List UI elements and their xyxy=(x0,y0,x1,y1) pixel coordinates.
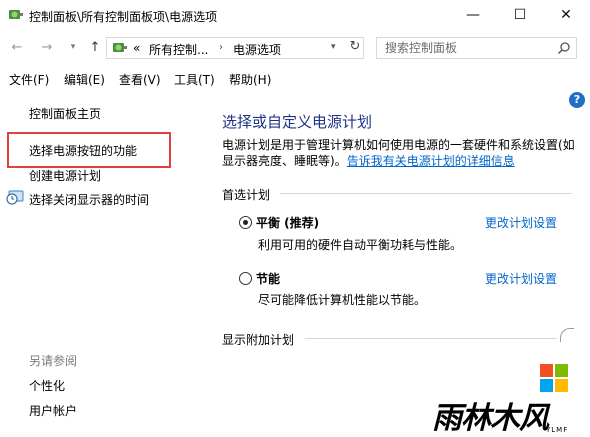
menu-edit[interactable]: 编辑(E) xyxy=(64,71,105,88)
create-power-plan-link[interactable]: 创建电源计划 xyxy=(29,167,101,184)
address-bar[interactable]: « 所有控制... › 电源选项 ▾ ↻ xyxy=(106,37,364,59)
see-also-heading: 另请参阅 xyxy=(29,354,78,368)
control-panel-home-link[interactable]: 控制面板主页 xyxy=(29,105,101,122)
change-plan-settings-link-balanced[interactable]: 更改计划设置 xyxy=(485,214,557,231)
help-icon[interactable]: ? xyxy=(569,92,585,108)
personalization-link[interactable]: 个性化 xyxy=(29,377,65,394)
display-off-time-link[interactable]: 选择关闭显示器的时间 xyxy=(29,191,149,208)
search-input[interactable] xyxy=(385,40,555,56)
radio-selected-dot xyxy=(243,220,248,225)
address-overflow[interactable]: « xyxy=(133,41,140,55)
menu-view[interactable]: 查看(V) xyxy=(119,71,161,88)
expand-icon[interactable] xyxy=(560,328,574,342)
user-accounts-link[interactable]: 用户帐户 xyxy=(29,402,77,419)
menu-bar: 文件(F) 编辑(E) 查看(V) 工具(T) 帮助(H) xyxy=(0,67,590,89)
navigation-bar: ← → ▾ ↑ « 所有控制... › 电源选项 ▾ ↻ xyxy=(0,31,590,63)
plan-desc-power-saver: 尽可能降低计算机性能以节能。 xyxy=(258,293,427,307)
left-task-pane: 控制面板主页 选择电源按钮的功能 创建电源计划 选择关闭显示器的时间 另请参阅 … xyxy=(0,90,200,437)
minimize-button[interactable]: — xyxy=(450,0,496,30)
plan-desc-balanced: 利用可用的硬件自动平衡功耗与性能。 xyxy=(258,238,463,252)
chevron-right-icon[interactable]: › xyxy=(219,42,223,53)
page-title: 选择或自定义电源计划 xyxy=(222,113,373,131)
watermark-subtext: YLMF xyxy=(546,426,569,434)
watermark-text: 雨林木风 xyxy=(432,401,549,436)
recent-locations-button[interactable]: ▾ xyxy=(64,38,82,56)
menu-help[interactable]: 帮助(H) xyxy=(229,71,271,88)
power-options-icon xyxy=(113,43,127,52)
maximize-button[interactable]: ☐ xyxy=(497,0,543,30)
plan-name-power-saver[interactable]: 节能 xyxy=(256,270,280,287)
show-additional-plans-label[interactable]: 显示附加计划 xyxy=(222,331,294,348)
search-icon[interactable] xyxy=(557,41,571,55)
preferred-plans-heading: 首选计划 xyxy=(222,188,271,202)
up-button[interactable]: ↑ xyxy=(86,38,104,56)
refresh-button[interactable]: ↻ xyxy=(347,39,363,57)
display-clock-icon xyxy=(6,190,24,205)
plan-radio-power-saver[interactable] xyxy=(239,272,252,285)
menu-file[interactable]: 文件(F) xyxy=(9,71,49,88)
power-plan-info-link[interactable]: 告诉我有关电源计划的详细信息 xyxy=(347,154,515,168)
breadcrumb-all-items[interactable]: 所有控制... xyxy=(149,41,208,58)
page-description: 电源计划是用于管理计算机如何使用电源的一套硬件和系统设置(如显示器亮度、睡眠等)… xyxy=(222,137,582,169)
title-bar: 控制面板\所有控制面板项\电源选项 — ☐ ✕ xyxy=(0,0,590,31)
breadcrumb-power-options[interactable]: 电源选项 xyxy=(233,41,281,58)
power-options-icon xyxy=(9,10,23,19)
window-title: 控制面板\所有控制面板项\电源选项 xyxy=(29,10,218,24)
section-divider xyxy=(305,338,557,339)
plan-radio-balanced[interactable] xyxy=(239,216,252,229)
change-plan-settings-link-power-saver[interactable]: 更改计划设置 xyxy=(485,270,557,287)
menu-tools[interactable]: 工具(T) xyxy=(174,71,215,88)
plan-name-balanced[interactable]: 平衡 (推荐) xyxy=(256,214,319,231)
section-divider xyxy=(280,193,572,194)
windows-logo-icon xyxy=(540,364,568,392)
search-box[interactable] xyxy=(376,37,577,59)
forward-button[interactable]: → xyxy=(38,38,56,56)
choose-power-button-link[interactable]: 选择电源按钮的功能 xyxy=(29,142,137,159)
close-button[interactable]: ✕ xyxy=(543,0,589,30)
back-button[interactable]: ← xyxy=(8,38,26,56)
chevron-down-icon[interactable]: ▾ xyxy=(331,42,336,52)
